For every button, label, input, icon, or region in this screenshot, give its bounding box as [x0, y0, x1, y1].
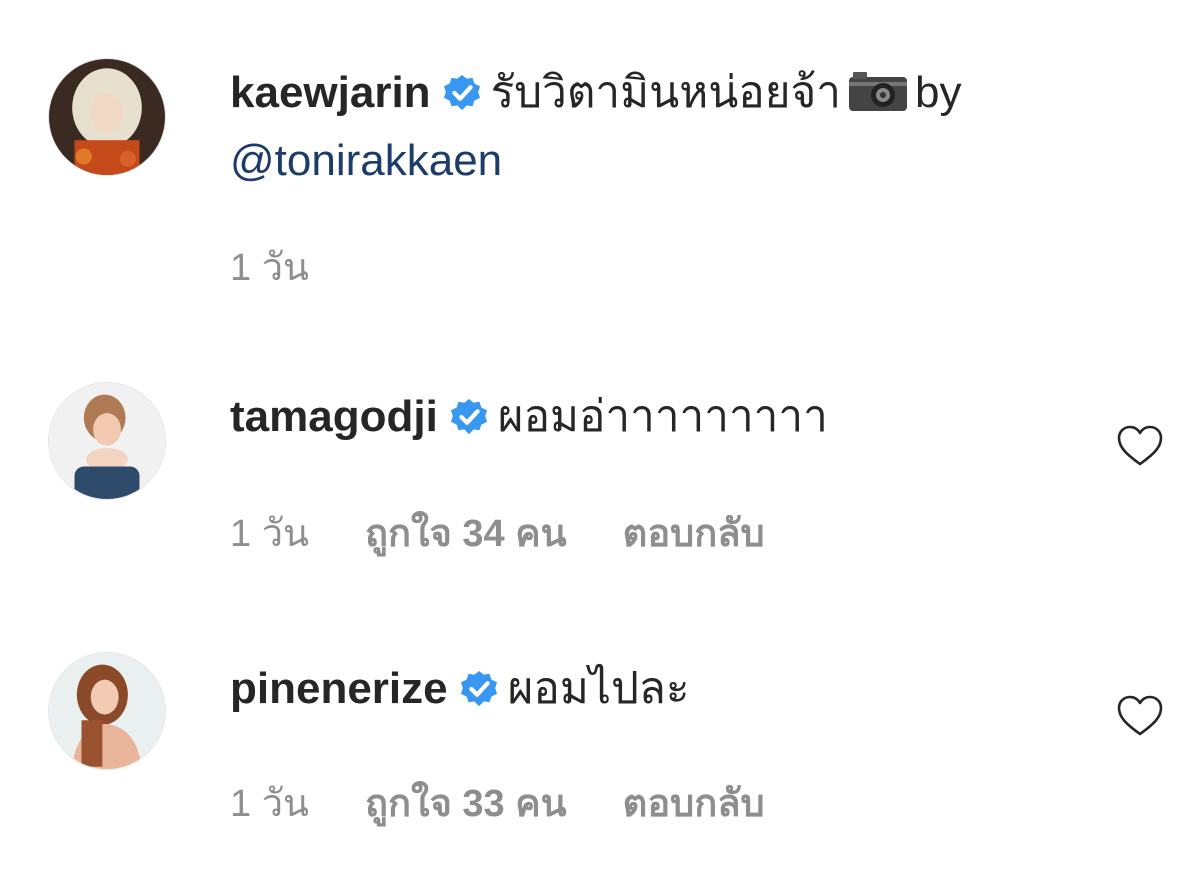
mention-link[interactable]: @tonirakkaen: [230, 136, 502, 185]
comment-text: รับวิตามินหน่อยจ้า: [490, 68, 841, 117]
verified-badge-icon: [443, 74, 481, 112]
reply-button[interactable]: ตอบกลับ: [623, 783, 765, 825]
comment-time[interactable]: 1 วัน: [230, 247, 309, 289]
avatar-photo: [49, 59, 165, 175]
username[interactable]: kaewjarin: [230, 68, 431, 117]
like-heart-icon[interactable]: [1116, 424, 1164, 468]
likes-count[interactable]: ถูกใจ 33 คน: [365, 783, 567, 825]
comment-time[interactable]: 1 วัน: [230, 783, 309, 825]
avatar[interactable]: [48, 58, 166, 176]
avatar[interactable]: [48, 652, 166, 770]
reply-button[interactable]: ตอบกลับ: [623, 513, 765, 555]
comment-text: ผอมอ่าาาาาาาาา: [497, 392, 828, 441]
username[interactable]: tamagodji: [230, 392, 438, 441]
camera-icon: [847, 69, 909, 113]
username[interactable]: pinenerize: [230, 664, 448, 713]
comment-text-by: by: [914, 68, 962, 117]
avatar-photo: [49, 383, 165, 499]
verified-badge-icon: [450, 398, 488, 436]
verified-badge-icon: [460, 670, 498, 708]
comment-text: ผอมไปละ: [507, 664, 690, 713]
avatar-photo: [49, 653, 165, 769]
like-heart-icon[interactable]: [1116, 694, 1164, 738]
comment-time[interactable]: 1 วัน: [230, 513, 309, 555]
likes-count[interactable]: ถูกใจ 34 คน: [365, 513, 567, 555]
avatar[interactable]: [48, 382, 166, 500]
